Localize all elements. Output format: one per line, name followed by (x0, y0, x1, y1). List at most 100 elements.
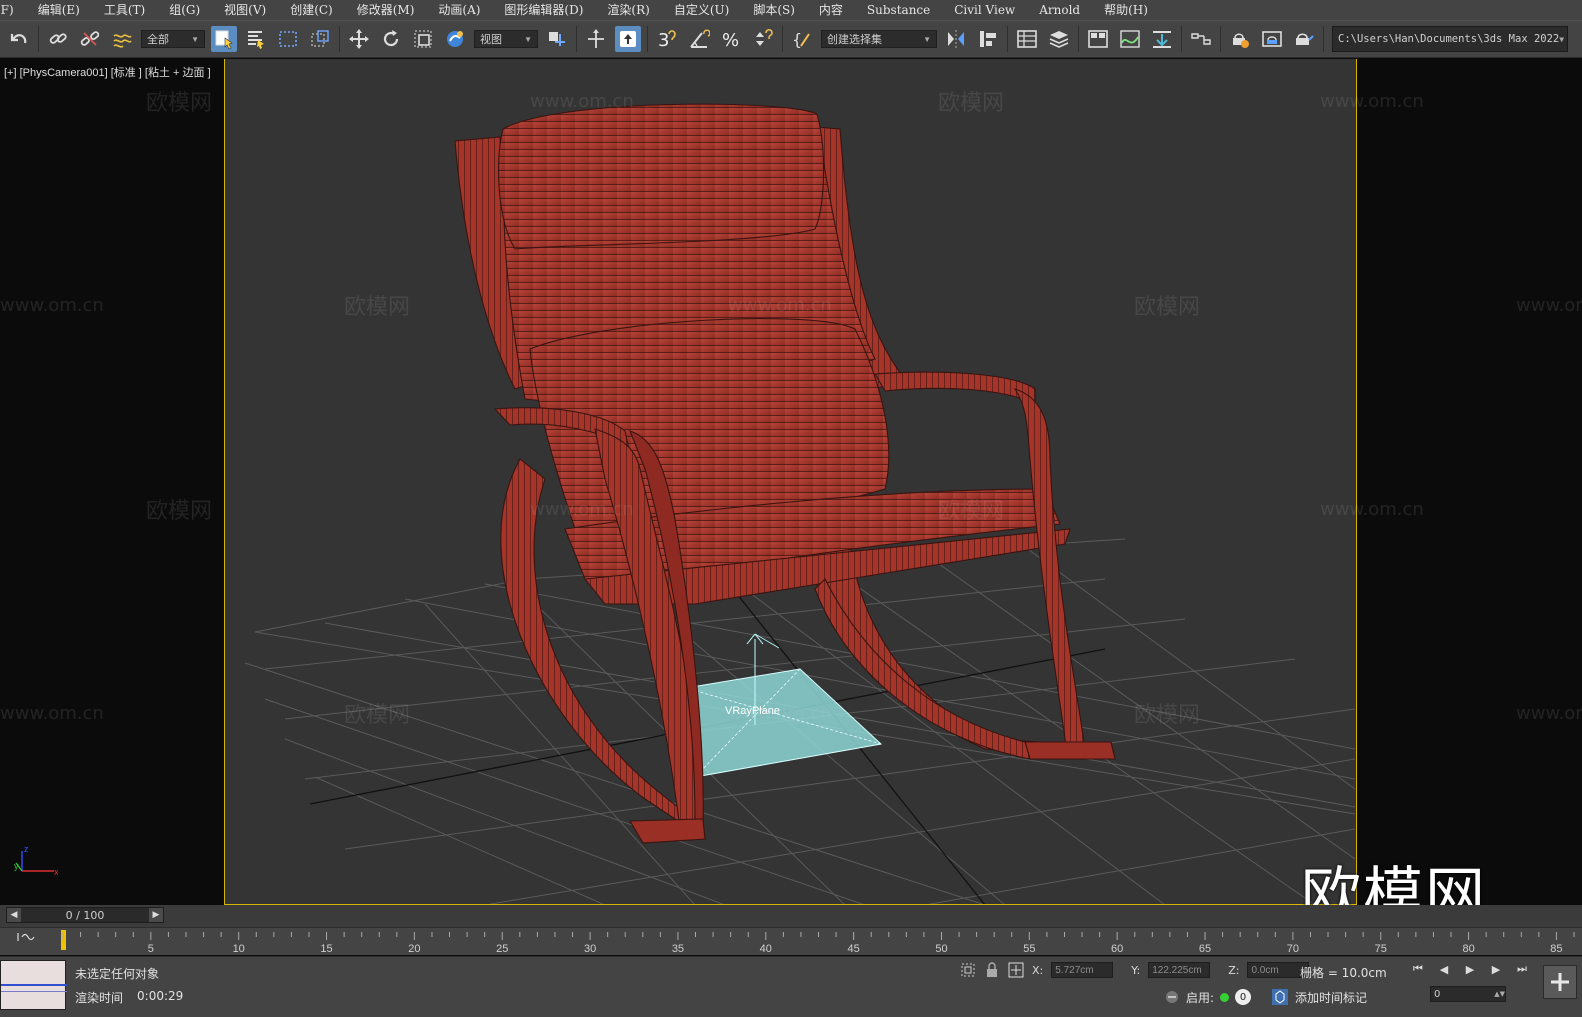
y-coordinate-field[interactable]: 122.225cm (1148, 962, 1211, 978)
add-button[interactable] (1543, 965, 1577, 999)
spinner-icon[interactable]: ▲▼ (1494, 990, 1505, 998)
menu-item[interactable]: (F) (0, 0, 27, 20)
status-bar: 未选定任何对象 渲染时间 0:00:29 X: 5.727cm Y: 122.2… (0, 956, 1582, 1017)
rotate-icon[interactable] (378, 26, 404, 52)
previous-frame-icon[interactable]: ◀ (1436, 961, 1452, 977)
timeline-tick-label: 30 (584, 943, 596, 955)
go-to-end-icon[interactable]: ⏭ (1514, 961, 1530, 977)
time-slider-value: 0 / 100 (65, 908, 105, 922)
adaptive-degradation-icon[interactable] (1164, 989, 1180, 1005)
placement-icon[interactable] (442, 26, 468, 52)
viewport-label[interactable]: [+] [PhysCamera001] [标准 ] [粘土 + 边面 ] (4, 64, 211, 80)
spinner-snap-icon[interactable] (750, 26, 776, 52)
percent-snap-icon[interactable]: % (718, 26, 744, 52)
selection-set-value: 创建选择集 (827, 34, 882, 46)
menu-item[interactable]: Civil View (943, 0, 1028, 20)
snap-3d-icon[interactable]: 3 (654, 26, 680, 52)
site-logo: 欧模网 (1301, 861, 1487, 905)
track-bar-ruler: 5 10 15 20 25 30 35 40 45 50 55 60 65 70 75 80 85 (17, 930, 1575, 955)
schematic-view-icon[interactable] (1149, 26, 1175, 52)
track-bar[interactable]: 5 10 15 20 25 30 35 40 45 50 55 60 65 70 75 80 85 (0, 927, 1582, 955)
window-crossing-icon[interactable] (307, 26, 333, 52)
camera-safe-frame: VRayPlane (224, 59, 1357, 905)
unlink-icon[interactable] (77, 26, 103, 52)
current-frame-field[interactable]: 0 ▲▼ (1430, 986, 1506, 1002)
time-tag-icon[interactable] (1271, 988, 1289, 1006)
go-to-start-icon[interactable]: ⏮ (1410, 961, 1426, 977)
vray-plane[interactable] (685, 633, 883, 778)
playback-controls: ⏮ ◀ ▶ ▶ ⏭ (1410, 961, 1530, 977)
menu-item[interactable]: 图形编辑器(D) (493, 0, 596, 20)
enable-toggle: 启用: 0 添加时间标记 (1164, 988, 1367, 1006)
chevron-right-icon[interactable]: ▶ (148, 908, 163, 922)
menu-item[interactable]: 编辑(E) (27, 0, 93, 20)
edit-named-sets-icon[interactable]: { (789, 26, 815, 52)
menu-item[interactable]: 工具(T) (93, 0, 158, 20)
scene-explorer-icon[interactable] (1014, 26, 1040, 52)
select-object-icon[interactable] (211, 26, 237, 52)
render-icon[interactable] (1291, 26, 1317, 52)
link-icon[interactable] (45, 26, 71, 52)
timeline-tick-label: 45 (848, 943, 860, 955)
timeline-tick-label: 20 (408, 943, 420, 955)
menu-item[interactable]: 组(G) (158, 0, 213, 20)
isolate-selection-icon[interactable] (960, 962, 976, 978)
toolbar-separator (339, 26, 340, 52)
mirror-icon[interactable] (943, 26, 969, 52)
chevron-left-icon[interactable]: ◀ (7, 908, 21, 922)
keyboard-shortcut-icon[interactable] (615, 26, 641, 52)
add-time-tag-label[interactable]: 添加时间标记 (1295, 989, 1367, 1006)
menu-item[interactable]: 帮助(H) (1093, 0, 1161, 20)
perspective-viewport[interactable]: [+] [PhysCamera001] [标准 ] [粘土 + 边面 ] VRa… (0, 59, 1582, 905)
pivot-icon[interactable] (544, 26, 570, 52)
ref-coord-dropdown[interactable]: 视图 ▼ (474, 30, 538, 48)
align-icon[interactable] (975, 26, 1001, 52)
time-slider[interactable]: ◀ 0 / 100 ▶ (6, 907, 164, 923)
menu-item[interactable]: Substance (856, 0, 943, 20)
undo-icon[interactable] (6, 26, 32, 52)
timeline-tick-label: 80 (1462, 943, 1474, 955)
x-coordinate-field[interactable]: 5.727cm (1051, 962, 1114, 978)
menu-item[interactable]: 动画(A) (427, 0, 493, 20)
angle-snap-icon[interactable] (686, 26, 712, 52)
svg-text:z: z (24, 845, 29, 854)
move-icon[interactable] (346, 26, 372, 52)
bind-spacewarp-icon[interactable] (109, 26, 135, 52)
menu-item[interactable]: 内容 (808, 0, 856, 20)
absolute-mode-icon[interactable] (1008, 962, 1024, 978)
menu-item[interactable]: 视图(V) (213, 0, 279, 20)
curve-editor-mini-icon[interactable] (21, 933, 35, 941)
rect-selection-icon[interactable] (275, 26, 301, 52)
scale-icon[interactable] (410, 26, 436, 52)
timeline-tick-label: 25 (496, 943, 508, 955)
menu-item[interactable]: Arnold (1028, 0, 1093, 20)
lock-icon[interactable] (984, 962, 1000, 978)
layer-explorer-icon[interactable] (1046, 26, 1072, 52)
timeline-tick-label: 35 (672, 943, 684, 955)
menu-bar: (F)编辑(E)工具(T)组(G)视图(V)创建(C)修改器(M)动画(A)图形… (0, 0, 1582, 20)
menu-item[interactable]: 渲染(R) (596, 0, 662, 20)
curve-editor-icon[interactable] (1117, 26, 1143, 52)
select-manipulate-icon[interactable] (583, 26, 609, 52)
menu-item[interactable]: 自定义(U) (663, 0, 742, 20)
toolbar-separator (576, 26, 577, 52)
selection-filter-value: 全部 (147, 34, 169, 46)
next-frame-icon[interactable]: ▶ (1488, 961, 1504, 977)
select-by-name-icon[interactable] (243, 26, 269, 52)
timeline-tick-label: 55 (1023, 943, 1035, 955)
enable-count[interactable]: 0 (1235, 989, 1252, 1005)
render-frame-icon[interactable] (1259, 26, 1285, 52)
project-path-dropdown[interactable]: C:\Users\Han\Documents\3ds Max 2022 ▼ (1332, 26, 1568, 52)
selection-filter-dropdown[interactable]: 全部 ▼ (141, 30, 205, 48)
watermark-url: www.om.cn (0, 703, 104, 724)
play-icon[interactable]: ▶ (1462, 961, 1478, 977)
selection-set-dropdown[interactable]: 创建选择集 ▼ (821, 30, 937, 48)
menu-item[interactable]: 修改器(M) (346, 0, 428, 20)
menu-item[interactable]: 脚本(S) (742, 0, 808, 20)
maxscript-mini-listener[interactable] (0, 960, 67, 1010)
render-setup-icon[interactable] (1227, 26, 1253, 52)
timeline-tick-label: 70 (1287, 943, 1299, 955)
ribbon-icon[interactable] (1085, 26, 1111, 52)
material-editor-icon[interactable] (1188, 26, 1214, 52)
menu-item[interactable]: 创建(C) (279, 0, 346, 20)
